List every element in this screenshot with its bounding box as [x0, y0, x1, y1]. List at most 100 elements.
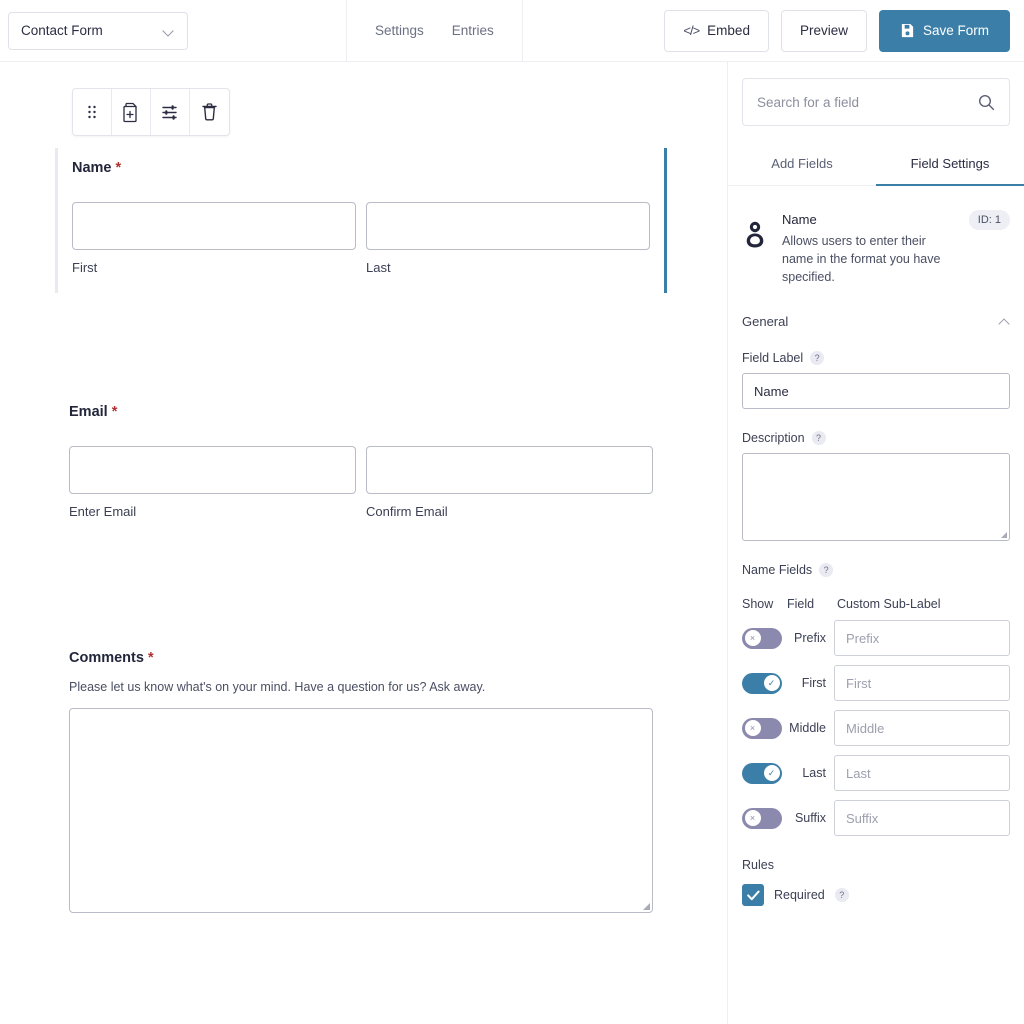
- embed-button[interactable]: </> Embed: [664, 10, 769, 52]
- sliders-icon: [161, 103, 180, 122]
- tab-add-fields[interactable]: Add Fields: [728, 144, 876, 186]
- field-label-text: Name: [72, 160, 112, 176]
- name-field-label-middle: Middle: [782, 721, 834, 735]
- form-selector-value: Contact Form: [21, 23, 103, 38]
- header-divider-2: [522, 0, 523, 62]
- name-fields-table-header: Show Field Custom Sub-Label: [742, 597, 1010, 611]
- toggle-knob: ✓: [764, 765, 780, 781]
- drag-handle-button[interactable]: [73, 89, 112, 135]
- input-last-name[interactable]: [366, 202, 650, 250]
- search-wrapper: Search for a field: [728, 62, 1024, 126]
- preview-button[interactable]: Preview: [781, 10, 867, 52]
- section-header-general[interactable]: General: [728, 314, 1024, 329]
- toggle-show-middle[interactable]: ×: [742, 718, 782, 739]
- name-field-label-prefix: Prefix: [782, 631, 834, 645]
- chevron-up-icon[interactable]: [999, 318, 1010, 325]
- save-form-button[interactable]: Save Form: [879, 10, 1010, 52]
- input-field-label[interactable]: Name: [742, 373, 1010, 409]
- name-field-label-first: First: [782, 676, 834, 690]
- label-description-text: Description: [742, 431, 805, 445]
- checkbox-required[interactable]: [742, 884, 764, 906]
- sub-label-first: First: [72, 260, 356, 275]
- field-label-text: Comments: [69, 650, 144, 666]
- duplicate-field-button[interactable]: [112, 89, 151, 135]
- header-actions: </> Embed Preview Save Form: [664, 10, 1024, 52]
- toggle-knob: ✓: [764, 675, 780, 691]
- required-star: *: [112, 404, 118, 420]
- tab-field-settings[interactable]: Field Settings: [876, 144, 1024, 186]
- form-field-email[interactable]: Email* Enter Email Confirm Email: [55, 392, 667, 519]
- field-action-toolbar: [72, 88, 230, 136]
- field-settings-button[interactable]: [151, 89, 190, 135]
- help-icon[interactable]: ?: [835, 888, 849, 902]
- name-field-row-prefix: × Prefix Prefix: [742, 620, 1010, 656]
- name-field-row-suffix: × Suffix Suffix: [742, 800, 1010, 836]
- name-field-row-first: ✓ First First: [742, 665, 1010, 701]
- section-title-general: General: [742, 314, 788, 329]
- input-sub-label-prefix[interactable]: Prefix: [834, 620, 1010, 656]
- input-description[interactable]: [742, 453, 1010, 541]
- help-icon[interactable]: ?: [810, 351, 824, 365]
- code-icon: </>: [683, 23, 699, 38]
- field-id-badge: ID: 1: [969, 210, 1010, 230]
- field-info-description: Allows users to enter their name in the …: [782, 232, 960, 286]
- email-enter-col: Enter Email: [69, 446, 356, 519]
- section-title-rules: Rules: [742, 858, 1010, 872]
- email-inputs-row: Enter Email Confirm Email: [69, 446, 653, 519]
- field-label-email: Email*: [69, 392, 653, 420]
- search-field[interactable]: Search for a field: [742, 78, 1010, 126]
- name-first-col: First: [72, 202, 356, 275]
- person-icon: [742, 218, 768, 248]
- delete-field-button[interactable]: [190, 89, 229, 135]
- input-enter-email[interactable]: [69, 446, 356, 494]
- help-icon[interactable]: ?: [812, 431, 826, 445]
- nav-link-entries[interactable]: Entries: [452, 23, 494, 38]
- help-icon[interactable]: ?: [819, 563, 833, 577]
- textarea-comments[interactable]: [69, 708, 653, 913]
- toggle-show-first[interactable]: ✓: [742, 673, 782, 694]
- required-star: *: [148, 650, 154, 666]
- sub-label-confirm-email: Confirm Email: [366, 504, 653, 519]
- name-inputs-row: First Last: [72, 202, 650, 275]
- form-selector[interactable]: Contact Form: [8, 12, 188, 50]
- label-field-label-text: Field Label: [742, 351, 803, 365]
- required-star: *: [116, 160, 122, 176]
- field-label-name: Name*: [72, 148, 650, 176]
- toggle-knob: ×: [745, 630, 761, 646]
- embed-button-label: Embed: [707, 23, 750, 38]
- column-header-custom-sub-label: Custom Sub-Label: [837, 597, 1010, 611]
- input-first-name[interactable]: [72, 202, 356, 250]
- field-description-comments: Please let us know what's on your mind. …: [69, 680, 653, 694]
- toggle-show-prefix[interactable]: ×: [742, 628, 782, 649]
- name-last-col: Last: [366, 202, 650, 275]
- input-sub-label-suffix[interactable]: Suffix: [834, 800, 1010, 836]
- header-nav: Settings Entries: [347, 23, 522, 38]
- sub-label-enter-email: Enter Email: [69, 504, 356, 519]
- rule-required-label: Required: [774, 888, 825, 902]
- check-icon: [747, 890, 760, 901]
- name-field-row-last: ✓ Last Last: [742, 755, 1010, 791]
- trash-icon: [201, 102, 218, 122]
- toggle-show-last[interactable]: ✓: [742, 763, 782, 784]
- preview-button-label: Preview: [800, 23, 848, 38]
- column-header-field: Field: [787, 597, 837, 611]
- input-sub-label-first[interactable]: First: [834, 665, 1010, 701]
- email-confirm-col: Confirm Email: [366, 446, 653, 519]
- form-field-comments[interactable]: Comments* Please let us know what's on y…: [55, 638, 667, 913]
- right-sidebar: Search for a field Add Fields Field Sett…: [727, 62, 1024, 1024]
- nav-link-settings[interactable]: Settings: [375, 23, 424, 38]
- sidebar-tabs: Add Fields Field Settings: [728, 144, 1024, 186]
- sub-label-last: Last: [366, 260, 650, 275]
- input-sub-label-last[interactable]: Last: [834, 755, 1010, 791]
- label-name-fields-text: Name Fields: [742, 563, 812, 577]
- save-icon: [900, 23, 915, 38]
- input-confirm-email[interactable]: [366, 446, 653, 494]
- form-field-name[interactable]: Name* First Last: [55, 148, 667, 293]
- toggle-show-suffix[interactable]: ×: [742, 808, 782, 829]
- input-sub-label-middle[interactable]: Middle: [834, 710, 1010, 746]
- name-field-row-middle: × Middle Middle: [742, 710, 1010, 746]
- search-input[interactable]: Search for a field: [757, 95, 978, 110]
- duplicate-icon: [121, 102, 141, 123]
- chevron-down-icon: [164, 27, 175, 34]
- toggle-knob: ×: [745, 720, 761, 736]
